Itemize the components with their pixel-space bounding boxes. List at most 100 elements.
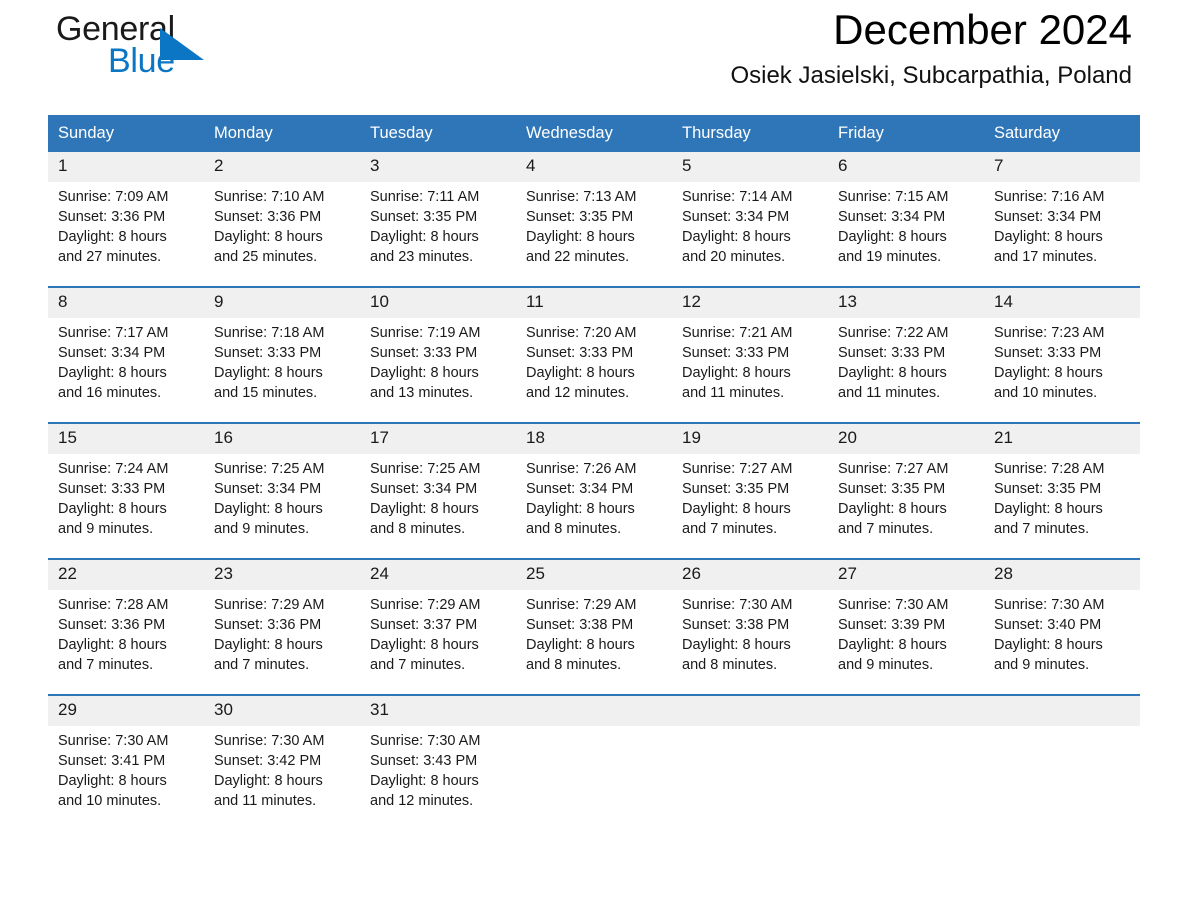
daylight-text-line1: Daylight: 8 hours (526, 637, 635, 653)
day-details: Sunrise: 7:27 AM Sunset: 3:35 PM Daylight:… (828, 454, 984, 539)
daylight-text-line2: and 25 minutes. (214, 249, 318, 265)
sunset-text: Sunset: 3:33 PM (682, 345, 790, 361)
daylight-text-line2: and 16 minutes. (58, 385, 162, 401)
sunset-text: Sunset: 3:37 PM (370, 617, 478, 633)
sunset-text: Sunset: 3:35 PM (370, 209, 478, 225)
day-details: Sunrise: 7:17 AM Sunset: 3:34 PM Daylight:… (48, 318, 204, 403)
calendar-day-cell[interactable]: 23 Sunrise: 7:29 AM Sunset: 3:36 PM Dayligh… (204, 558, 360, 695)
daylight-text-line2: and 11 minutes. (682, 385, 785, 401)
calendar-day-cell[interactable]: 16 Sunrise: 7:25 AM Sunset: 3:34 PM Dayligh… (204, 422, 360, 559)
calendar-day-cell[interactable]: 29 Sunrise: 7:30 AM Sunset: 3:41 PM Dayligh… (48, 694, 204, 830)
daylight-text-line2: and 8 minutes. (526, 657, 622, 673)
calendar-day-cell[interactable]: 25 Sunrise: 7:29 AM Sunset: 3:38 PM Dayligh… (516, 558, 672, 695)
calendar-day-cell[interactable]: 7 Sunrise: 7:16 AM Sunset: 3:34 PM Daylight… (984, 152, 1140, 287)
calendar-day-cell[interactable]: 20 Sunrise: 7:27 AM Sunset: 3:35 PM Dayligh… (828, 422, 984, 559)
calendar-day-cell[interactable]: 28 Sunrise: 7:30 AM Sunset: 3:40 PM Dayligh… (984, 558, 1140, 695)
day-details: Sunrise: 7:13 AM Sunset: 3:35 PM Daylight:… (516, 182, 672, 267)
day-number: 24 (360, 560, 516, 590)
daylight-text-line2: and 12 minutes. (526, 385, 630, 401)
daylight-text-line1: Daylight: 8 hours (214, 773, 323, 789)
day-number: 8 (48, 288, 204, 318)
day-number: 20 (828, 424, 984, 454)
daylight-text-line1: Daylight: 8 hours (370, 365, 479, 381)
sunset-text: Sunset: 3:35 PM (526, 209, 634, 225)
daylight-text-line2: and 7 minutes. (214, 657, 310, 673)
generalblue-logo[interactable]: General Blue (56, 12, 256, 92)
daylight-text-line2: and 7 minutes. (58, 657, 154, 673)
sunrise-text: Sunrise: 7:28 AM (994, 461, 1105, 477)
day-number: 30 (204, 696, 360, 726)
calendar-week-row: 29 Sunrise: 7:30 AM Sunset: 3:41 PM Dayligh… (48, 694, 1140, 830)
weekday-header-tuesday: Tuesday (360, 115, 516, 152)
daylight-text-line1: Daylight: 8 hours (994, 365, 1103, 381)
day-number: 6 (828, 152, 984, 182)
weekday-header-sunday: Sunday (48, 115, 204, 152)
sunrise-text: Sunrise: 7:23 AM (994, 325, 1105, 341)
calendar-day-cell[interactable]: 31 Sunrise: 7:30 AM Sunset: 3:43 PM Dayligh… (360, 694, 516, 830)
sunset-text: Sunset: 3:34 PM (58, 345, 166, 361)
day-number: 28 (984, 560, 1140, 590)
day-details: Sunrise: 7:28 AM Sunset: 3:35 PM Daylight:… (984, 454, 1140, 539)
sunrise-text: Sunrise: 7:27 AM (838, 461, 949, 477)
daylight-text-line1: Daylight: 8 hours (214, 501, 323, 517)
calendar-day-cell[interactable]: 27 Sunrise: 7:30 AM Sunset: 3:39 PM Dayligh… (828, 558, 984, 695)
daylight-text-line2: and 7 minutes. (682, 521, 778, 537)
calendar-day-cell[interactable]: 19 Sunrise: 7:27 AM Sunset: 3:35 PM Dayligh… (672, 422, 828, 559)
sunrise-sunset-calendar: Sunday Monday Tuesday Wednesday Thursday… (48, 115, 1140, 830)
sunrise-text: Sunrise: 7:10 AM (214, 189, 325, 205)
calendar-day-cell[interactable]: 21 Sunrise: 7:28 AM Sunset: 3:35 PM Dayligh… (984, 422, 1140, 559)
daylight-text-line2: and 7 minutes. (838, 521, 934, 537)
sunrise-text: Sunrise: 7:14 AM (682, 189, 793, 205)
calendar-week-row: 8 Sunrise: 7:17 AM Sunset: 3:34 PM Daylight… (48, 286, 1140, 423)
calendar-day-cell[interactable]: 13 Sunrise: 7:22 AM Sunset: 3:33 PM Dayligh… (828, 286, 984, 423)
daylight-text-line1: Daylight: 8 hours (58, 637, 167, 653)
sunset-text: Sunset: 3:34 PM (214, 481, 322, 497)
sunset-text: Sunset: 3:38 PM (526, 617, 634, 633)
sunrise-text: Sunrise: 7:29 AM (214, 597, 325, 613)
calendar-day-cell[interactable]: 4 Sunrise: 7:13 AM Sunset: 3:35 PM Daylight… (516, 152, 672, 287)
daylight-text-line2: and 22 minutes. (526, 249, 630, 265)
daylight-text-line1: Daylight: 8 hours (838, 229, 947, 245)
calendar-day-cell[interactable]: 9 Sunrise: 7:18 AM Sunset: 3:33 PM Daylight… (204, 286, 360, 423)
calendar-day-cell[interactable]: 17 Sunrise: 7:25 AM Sunset: 3:34 PM Dayligh… (360, 422, 516, 559)
calendar-week-row: 15 Sunrise: 7:24 AM Sunset: 3:33 PM Dayligh… (48, 422, 1140, 559)
calendar-day-cell[interactable]: 10 Sunrise: 7:19 AM Sunset: 3:33 PM Dayligh… (360, 286, 516, 423)
calendar-day-cell[interactable]: 15 Sunrise: 7:24 AM Sunset: 3:33 PM Dayligh… (48, 422, 204, 559)
calendar-day-cell[interactable]: 30 Sunrise: 7:30 AM Sunset: 3:42 PM Dayligh… (204, 694, 360, 830)
sunset-text: Sunset: 3:36 PM (214, 617, 322, 633)
sunrise-text: Sunrise: 7:30 AM (994, 597, 1105, 613)
calendar-day-cell[interactable]: 14 Sunrise: 7:23 AM Sunset: 3:33 PM Dayligh… (984, 286, 1140, 423)
day-number (984, 696, 1140, 726)
calendar-day-cell[interactable]: 2 Sunrise: 7:10 AM Sunset: 3:36 PM Daylight… (204, 152, 360, 287)
sunrise-text: Sunrise: 7:22 AM (838, 325, 949, 341)
calendar-day-cell[interactable]: 8 Sunrise: 7:17 AM Sunset: 3:34 PM Daylight… (48, 286, 204, 423)
day-details: Sunrise: 7:25 AM Sunset: 3:34 PM Daylight:… (204, 454, 360, 539)
sunset-text: Sunset: 3:33 PM (370, 345, 478, 361)
sunset-text: Sunset: 3:34 PM (526, 481, 634, 497)
calendar-day-cell[interactable]: 18 Sunrise: 7:26 AM Sunset: 3:34 PM Dayligh… (516, 422, 672, 559)
day-number: 17 (360, 424, 516, 454)
calendar-day-cell[interactable]: 3 Sunrise: 7:11 AM Sunset: 3:35 PM Daylight… (360, 152, 516, 287)
calendar-day-cell[interactable]: 24 Sunrise: 7:29 AM Sunset: 3:37 PM Dayligh… (360, 558, 516, 695)
calendar-day-cell[interactable]: 22 Sunrise: 7:28 AM Sunset: 3:36 PM Dayligh… (48, 558, 204, 695)
weekday-header-wednesday: Wednesday (516, 115, 672, 152)
weekday-header-monday: Monday (204, 115, 360, 152)
calendar-day-cell[interactable]: 1 Sunrise: 7:09 AM Sunset: 3:36 PM Daylight… (48, 152, 204, 287)
sunrise-text: Sunrise: 7:30 AM (58, 733, 169, 749)
calendar-day-cell[interactable]: 26 Sunrise: 7:30 AM Sunset: 3:38 PM Dayligh… (672, 558, 828, 695)
day-number: 19 (672, 424, 828, 454)
calendar-day-cell[interactable]: 5 Sunrise: 7:14 AM Sunset: 3:34 PM Daylight… (672, 152, 828, 287)
daylight-text-line1: Daylight: 8 hours (58, 365, 167, 381)
calendar-day-cell[interactable]: 6 Sunrise: 7:15 AM Sunset: 3:34 PM Daylight… (828, 152, 984, 287)
sunrise-text: Sunrise: 7:30 AM (370, 733, 481, 749)
day-details: Sunrise: 7:30 AM Sunset: 3:41 PM Daylight:… (48, 726, 204, 811)
day-details: Sunrise: 7:23 AM Sunset: 3:33 PM Daylight:… (984, 318, 1140, 403)
sunrise-text: Sunrise: 7:19 AM (370, 325, 481, 341)
calendar-day-cell[interactable]: 12 Sunrise: 7:21 AM Sunset: 3:33 PM Dayligh… (672, 286, 828, 423)
sunset-text: Sunset: 3:35 PM (682, 481, 790, 497)
day-number: 3 (360, 152, 516, 182)
daylight-text-line2: and 20 minutes. (682, 249, 786, 265)
day-number: 15 (48, 424, 204, 454)
sunset-text: Sunset: 3:34 PM (994, 209, 1102, 225)
calendar-day-cell[interactable]: 11 Sunrise: 7:20 AM Sunset: 3:33 PM Dayligh… (516, 286, 672, 423)
